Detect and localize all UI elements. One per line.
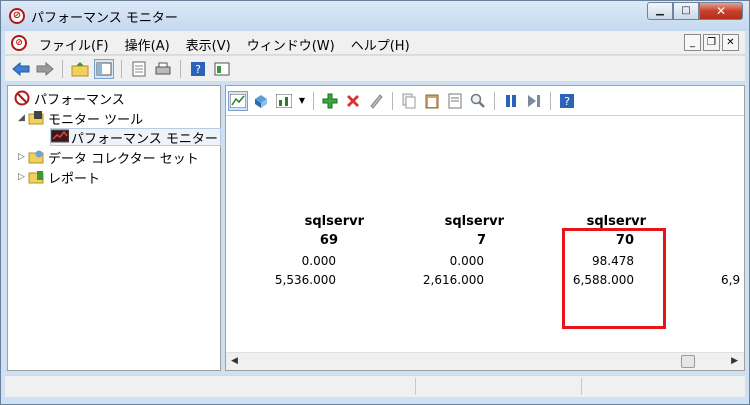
column-instance: 7 bbox=[476, 233, 486, 248]
menu-action[interactable]: 操作(A) bbox=[117, 34, 178, 55]
title-bar: ⊘ パフォーマンス モニター ▁ □ ✕ bbox=[1, 1, 749, 31]
folder-report-icon bbox=[28, 169, 44, 185]
close-button[interactable]: ✕ bbox=[699, 2, 743, 20]
tree-label: データ コレクター セット bbox=[48, 151, 199, 167]
tree-label: パフォーマンス bbox=[34, 92, 125, 108]
zoom-magnifier-icon[interactable] bbox=[468, 91, 488, 111]
copy-properties-icon[interactable] bbox=[399, 91, 419, 111]
up-folder-icon[interactable] bbox=[70, 59, 90, 79]
counter-value: 0.000 bbox=[449, 254, 484, 268]
column-process-name: sqlservr bbox=[444, 214, 504, 229]
perfmon-icon bbox=[14, 90, 30, 106]
toolbar-separator bbox=[494, 91, 495, 110]
tree-item-performance[interactable]: パフォーマンス bbox=[14, 89, 125, 108]
tree-label: モニター ツール bbox=[48, 112, 144, 128]
window-title: パフォーマンス モニター bbox=[31, 11, 178, 26]
svg-text:?: ? bbox=[564, 95, 570, 108]
column-process-name: sqlservr bbox=[304, 214, 364, 229]
navigation-tree: パフォーマンス ◢ モニター ツール パフォーマンス モニター ▷ データ コレ… bbox=[7, 85, 221, 371]
perfmon-app-icon: ⊘ bbox=[9, 8, 25, 24]
toolbar-separator bbox=[180, 59, 181, 78]
counter-value: 0.000 bbox=[301, 254, 336, 268]
column-process-name: sqlservr bbox=[586, 214, 646, 229]
help-icon[interactable]: ? bbox=[188, 59, 208, 79]
toolbar-separator bbox=[313, 91, 314, 110]
properties-icon[interactable] bbox=[445, 91, 465, 111]
status-bar bbox=[5, 375, 745, 397]
add-counter-icon[interactable] bbox=[320, 91, 340, 111]
menu-bar: ⊘ ファイル(F) 操作(A) 表示(V) ウィンドウ(W) ヘルプ(H) _ … bbox=[5, 31, 745, 55]
collapsed-arrow-icon[interactable]: ▷ bbox=[18, 172, 28, 182]
collapsed-arrow-icon[interactable]: ▷ bbox=[18, 152, 28, 162]
menu-file[interactable]: ファイル(F) bbox=[31, 34, 117, 55]
counter-value-partial: 6,9 bbox=[721, 273, 741, 287]
mdi-minimize-button[interactable]: _ bbox=[684, 34, 701, 51]
scroll-thumb[interactable] bbox=[681, 355, 695, 368]
minimize-button[interactable]: ▁ bbox=[647, 2, 673, 20]
menu-help[interactable]: ヘルプ(H) bbox=[343, 34, 418, 55]
export-list-icon[interactable] bbox=[129, 59, 149, 79]
folder-tools-icon bbox=[28, 110, 44, 126]
status-divider bbox=[415, 378, 416, 395]
column-instance: 69 bbox=[319, 233, 338, 248]
freeze-display-icon[interactable] bbox=[251, 91, 271, 111]
main-toolbar: ? bbox=[5, 56, 745, 82]
highlight-pencil-icon[interactable] bbox=[366, 91, 386, 111]
tree-item-performance-monitor[interactable]: パフォーマンス モニター bbox=[50, 128, 221, 147]
menu-window[interactable]: ウィンドウ(W) bbox=[239, 34, 343, 55]
mdi-close-button[interactable]: ✕ bbox=[722, 34, 739, 51]
perfmon-window: ⊘ パフォーマンス モニター ▁ □ ✕ ⊘ ファイル(F) 操作(A) 表示(… bbox=[0, 0, 750, 405]
help-icon[interactable]: ? bbox=[557, 91, 577, 111]
properties-view-icon[interactable] bbox=[212, 59, 232, 79]
tree-label: レポート bbox=[48, 171, 101, 187]
show-hide-tree-icon[interactable] bbox=[94, 58, 114, 79]
pause-icon[interactable] bbox=[501, 91, 521, 111]
report-view: sqlservr 69 0.000 5,536.000 sqlservr 7 0… bbox=[226, 117, 744, 352]
status-divider bbox=[581, 378, 582, 395]
folder-collector-icon bbox=[28, 149, 44, 165]
counter-value: 2,616.000 bbox=[422, 273, 484, 287]
svg-text:?: ? bbox=[195, 63, 201, 76]
menu-view[interactable]: 表示(V) bbox=[178, 34, 239, 55]
highlight-box bbox=[562, 228, 666, 329]
forward-arrow-icon[interactable] bbox=[35, 59, 55, 79]
print-icon[interactable] bbox=[153, 59, 173, 79]
graph-type-dropdown-icon[interactable]: ▼ bbox=[297, 91, 307, 111]
chart-monitor-icon bbox=[50, 129, 70, 145]
view-graph-icon[interactable] bbox=[228, 90, 248, 111]
toolbar-separator bbox=[62, 59, 63, 78]
expanded-arrow-icon[interactable]: ◢ bbox=[18, 113, 28, 123]
scroll-right-arrow-icon[interactable]: ▶ bbox=[731, 356, 738, 366]
toolbar-separator bbox=[121, 59, 122, 78]
delete-counter-icon[interactable] bbox=[343, 91, 363, 111]
mdi-restore-button[interactable]: ❐ bbox=[703, 34, 720, 51]
step-forward-icon[interactable] bbox=[524, 91, 544, 111]
change-graph-type-icon[interactable] bbox=[274, 91, 294, 111]
scroll-left-arrow-icon[interactable]: ◀ bbox=[231, 356, 238, 366]
tree-label: パフォーマンス モニター bbox=[71, 131, 218, 147]
horizontal-scrollbar[interactable]: ◀ ▶ bbox=[226, 352, 744, 370]
tree-item-data-collector-sets[interactable]: ▷ データ コレクター セット bbox=[18, 148, 199, 167]
counter-value: 5,536.000 bbox=[274, 273, 336, 287]
paste-counter-icon[interactable] bbox=[422, 91, 442, 111]
doc-icon[interactable]: ⊘ bbox=[11, 35, 27, 51]
maximize-button[interactable]: □ bbox=[673, 2, 699, 20]
back-arrow-icon[interactable] bbox=[11, 59, 31, 79]
monitor-toolbar: ▼ ? bbox=[226, 86, 744, 116]
toolbar-separator bbox=[550, 91, 551, 110]
report-pane: ▼ ? sqlservr 69 0.000 5,536.000 sqlservr… bbox=[225, 85, 745, 371]
tree-item-reports[interactable]: ▷ レポート bbox=[18, 168, 101, 187]
tree-item-monitor-tools[interactable]: ◢ モニター ツール bbox=[18, 109, 144, 128]
toolbar-separator bbox=[392, 91, 393, 110]
